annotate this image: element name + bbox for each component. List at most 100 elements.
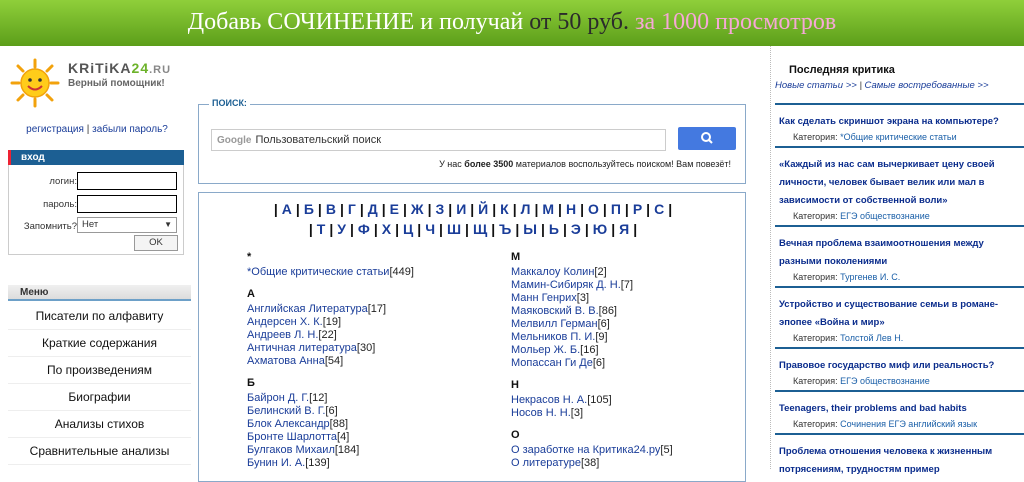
author-name[interactable]: О литературе (511, 457, 581, 469)
new-articles-link[interactable]: Новые статьи >> (775, 80, 857, 91)
author-link[interactable]: Маяковский В. В.[86] (511, 305, 751, 318)
login-ok-button[interactable]: OK (134, 235, 178, 251)
author-link[interactable]: Носов Н. Н.[3] (511, 407, 751, 420)
alphabet-letter-link[interactable]: Л (521, 201, 531, 217)
author-link[interactable]: Античная литература[30] (247, 342, 487, 355)
critique-title[interactable]: Вечная проблема взаимоотношения между ра… (779, 238, 984, 267)
author-name[interactable]: Бронте Шарлотта (247, 431, 337, 443)
category-link[interactable]: ЕГЭ обществознание (840, 376, 930, 386)
alphabet-letter-link[interactable]: С (654, 201, 664, 217)
author-link[interactable]: Булгаков Михаил[184] (247, 444, 487, 457)
forgot-password-link[interactable]: забыли пароль? (92, 124, 168, 135)
author-link[interactable]: Мольер Ж. Б.[16] (511, 344, 751, 357)
author-name[interactable]: Маккалоу Колин (511, 266, 594, 278)
alphabet-letter-link[interactable]: К (500, 201, 509, 217)
author-name[interactable]: Белинский В. Г. (247, 405, 325, 417)
alphabet-letter-link[interactable]: П (611, 201, 621, 217)
remember-select[interactable]: Нет ▼ (77, 217, 177, 233)
author-name[interactable]: Бунин И. А. (247, 457, 305, 469)
menu-item-works[interactable]: По произведениям (8, 357, 191, 384)
alphabet-letter-link[interactable]: Ч (425, 221, 435, 237)
alphabet-letter-link[interactable]: Ъ (499, 221, 511, 237)
author-link[interactable]: Английская Литература[17] (247, 303, 487, 316)
alphabet-letter-link[interactable]: Б (304, 201, 314, 217)
alphabet-letter-link[interactable]: У (337, 221, 346, 237)
author-name[interactable]: Байрон Д. Г. (247, 392, 309, 404)
alphabet-letter-link[interactable]: И (456, 201, 466, 217)
author-name[interactable]: Мольер Ж. Б. (511, 344, 580, 356)
critique-title[interactable]: Проблема отношения человека к жизненным … (779, 446, 992, 475)
author-link[interactable]: Бронте Шарлотта[4] (247, 431, 487, 444)
alphabet-letter-link[interactable]: Ф (358, 221, 370, 237)
author-link[interactable]: *Общие критические статьи[449] (247, 266, 487, 279)
author-link[interactable]: Манн Генрих[3] (511, 292, 751, 305)
critique-title[interactable]: Teenagers, their problems and bad habits (779, 403, 967, 414)
author-name[interactable]: Английская Литература (247, 303, 368, 315)
register-link[interactable]: регистрация (26, 124, 84, 135)
popular-articles-link[interactable]: Самые востребованные >> (865, 80, 989, 91)
alphabet-letter-link[interactable]: В (326, 201, 336, 217)
menu-item-writers[interactable]: Писатели по алфавиту (8, 303, 191, 330)
search-input[interactable]: Google Пользовательский поиск (211, 129, 666, 151)
author-link[interactable]: Некрасов Н. А.[105] (511, 394, 751, 407)
author-link[interactable]: Мелвилл Герман[6] (511, 318, 751, 331)
alphabet-letter-link[interactable]: Т (317, 221, 326, 237)
alphabet-letter-link[interactable]: А (282, 201, 292, 217)
menu-item-biographies[interactable]: Биографии (8, 384, 191, 411)
alphabet-letter-link[interactable]: Ю (593, 221, 607, 237)
category-link[interactable]: ЕГЭ обществознание (840, 211, 930, 221)
author-link[interactable]: О литературе[38] (511, 457, 751, 470)
author-name[interactable]: Мельников П. И. (511, 331, 595, 343)
critique-title[interactable]: Как сделать скриншот экрана на компьютер… (779, 116, 999, 127)
alphabet-letter-link[interactable]: Й (478, 201, 488, 217)
author-link[interactable]: Белинский В. Г.[6] (247, 405, 487, 418)
alphabet-letter-link[interactable]: О (588, 201, 599, 217)
alphabet-letter-link[interactable]: Д (368, 201, 378, 217)
author-name[interactable]: Маяковский В. В. (511, 305, 599, 317)
author-name[interactable]: Булгаков Михаил (247, 444, 335, 456)
alphabet-letter-link[interactable]: Г (348, 201, 356, 217)
alphabet-letter-link[interactable]: Ы (523, 221, 537, 237)
author-name[interactable]: Носов Н. Н. (511, 407, 571, 419)
author-name[interactable]: Античная литература (247, 342, 357, 354)
author-link[interactable]: Мельников П. И.[9] (511, 331, 751, 344)
author-name[interactable]: Мелвилл Герман (511, 318, 598, 330)
critique-title[interactable]: Устройство и существование семьи в роман… (779, 299, 998, 328)
alphabet-letter-link[interactable]: Р (633, 201, 642, 217)
author-link[interactable]: Бунин И. А.[139] (247, 457, 487, 470)
alphabet-letter-link[interactable]: Н (566, 201, 576, 217)
menu-item-poem-analysis[interactable]: Анализы стихов (8, 411, 191, 438)
alphabet-letter-link[interactable]: Я (619, 221, 629, 237)
author-link[interactable]: Ахматова Анна[54] (247, 355, 487, 368)
alphabet-letter-link[interactable]: М (542, 201, 554, 217)
author-name[interactable]: Андреев Л. Н. (247, 329, 318, 341)
author-link[interactable]: Блок Александр[88] (247, 418, 487, 431)
login-input[interactable] (77, 172, 177, 190)
promo-banner[interactable]: Добавь СОЧИНЕНИЕ и получай от 50 руб. за… (0, 0, 1024, 46)
alphabet-letter-link[interactable]: Х (382, 221, 391, 237)
category-link[interactable]: Тургенев И. С. (840, 272, 900, 282)
author-name[interactable]: Некрасов Н. А. (511, 394, 587, 406)
author-name[interactable]: Блок Александр (247, 418, 330, 430)
author-name[interactable]: Андерсен Х. К. (247, 316, 323, 328)
menu-item-summaries[interactable]: Краткие содержания (8, 330, 191, 357)
author-link[interactable]: О заработке на Критика24.ру[5] (511, 444, 751, 457)
password-input[interactable] (77, 195, 177, 213)
author-link[interactable]: Мопассан Ги Де[6] (511, 357, 751, 370)
author-link[interactable]: Байрон Д. Г.[12] (247, 392, 487, 405)
author-link[interactable]: Мамин-Сибиряк Д. Н.[7] (511, 279, 751, 292)
critique-title[interactable]: «Каждый из нас сам вычеркивает цену свое… (779, 159, 995, 206)
category-link[interactable]: Толстой Лев Н. (840, 333, 903, 343)
author-link[interactable]: Андерсен Х. К.[19] (247, 316, 487, 329)
category-link[interactable]: *Общие критические статьи (840, 132, 957, 142)
alphabet-letter-link[interactable]: Ь (549, 221, 559, 237)
critique-title[interactable]: Правовое государство миф или реальность? (779, 360, 994, 371)
alphabet-letter-link[interactable]: Е (390, 201, 399, 217)
alphabet-letter-link[interactable]: З (435, 201, 444, 217)
author-name[interactable]: Манн Генрих (511, 292, 577, 304)
author-name[interactable]: Ахматова Анна (247, 355, 325, 367)
search-button[interactable] (678, 127, 736, 150)
category-link[interactable]: Сочинения ЕГЭ английский язык (840, 419, 977, 429)
alphabet-letter-link[interactable]: Э (571, 221, 581, 237)
menu-item-comparative-analysis[interactable]: Сравнительные анализы (8, 438, 191, 465)
